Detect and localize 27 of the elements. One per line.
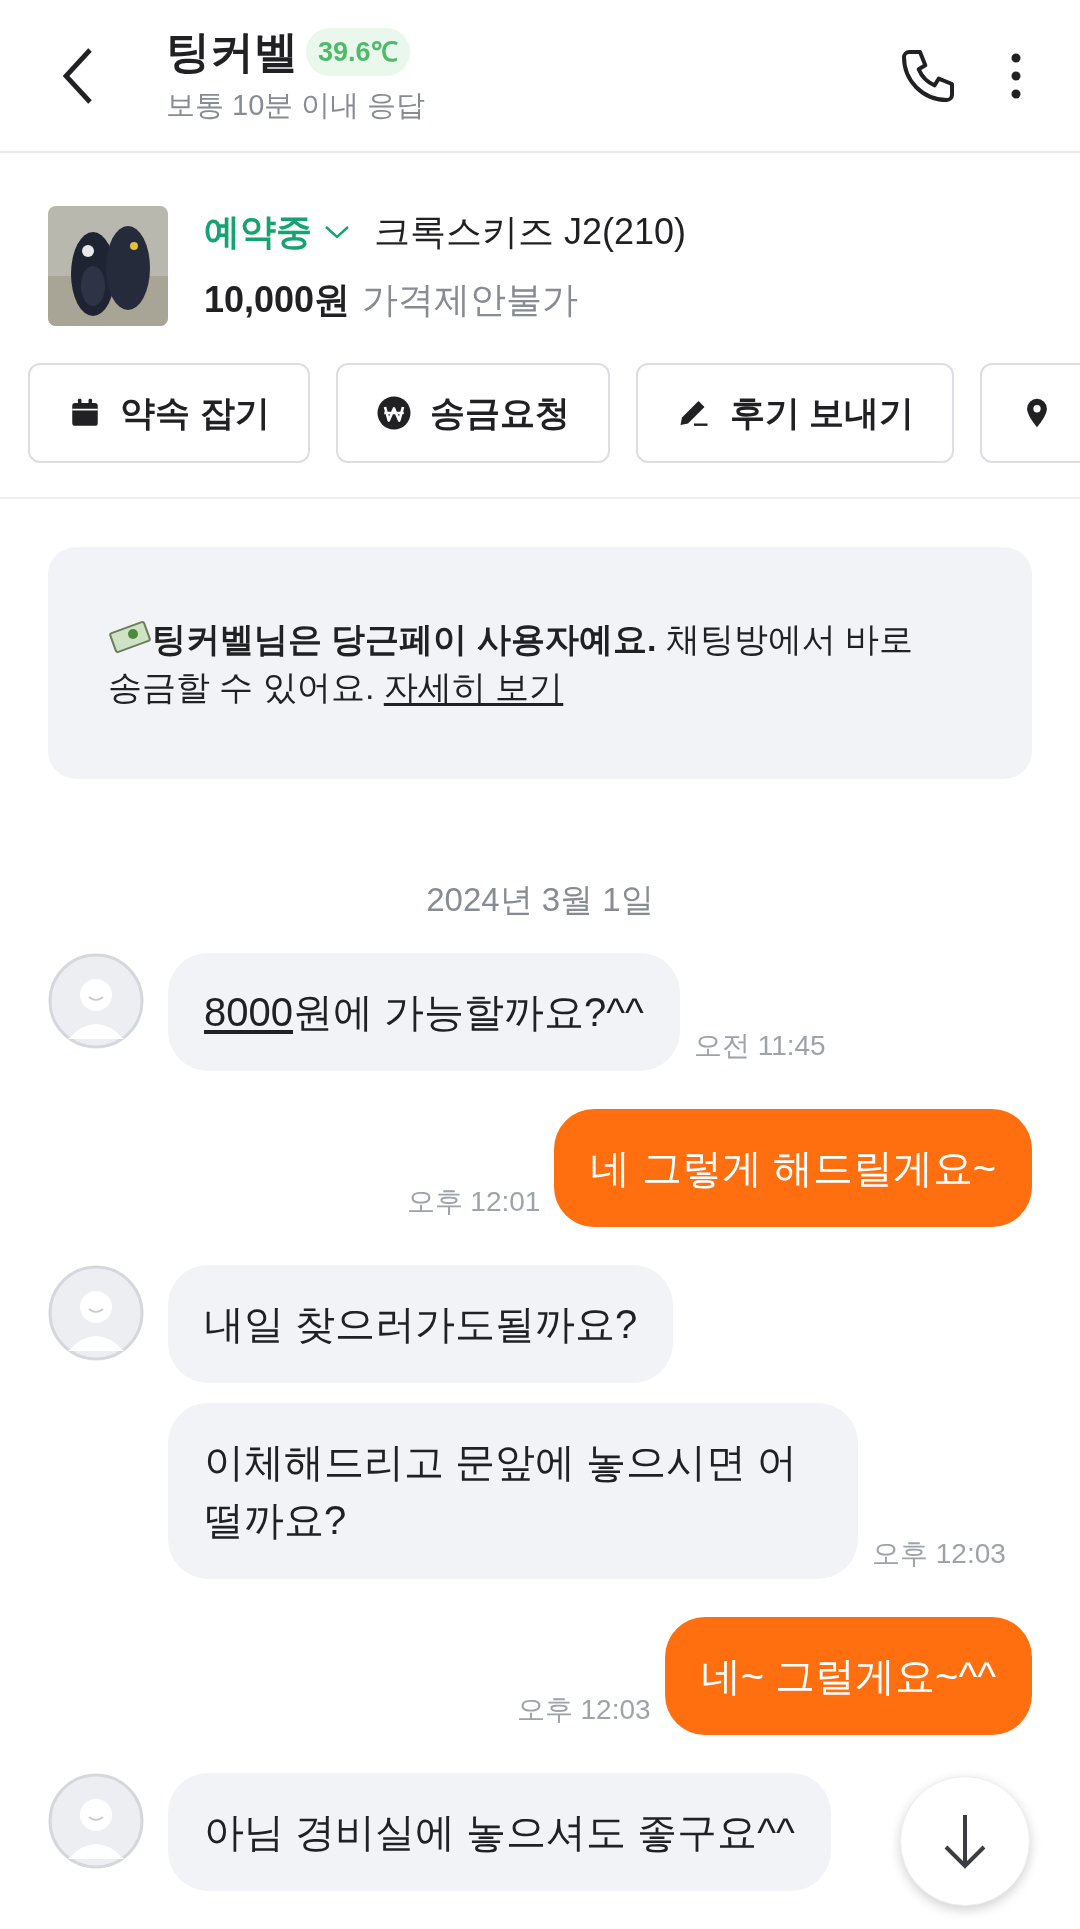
more-options-icon[interactable] bbox=[1010, 51, 1022, 100]
message-time: 오전 11:45 bbox=[693, 1028, 826, 1063]
amount-link[interactable]: 8000 bbox=[204, 989, 293, 1034]
received-bubble: 이체해드리고 문앞에 놓으시면 어떨까요? bbox=[168, 1402, 858, 1579]
user-name: 팅커벨 bbox=[166, 25, 298, 78]
product-title: 크록스키즈 J2(210) bbox=[374, 210, 687, 254]
notice-text: 팅커벨님은 당근페이 사용자예요. 채팅방에서 바로 송금할 수 있어요. 자세히 보기 bbox=[108, 615, 948, 711]
message-time: 오후 12:01 bbox=[406, 1184, 541, 1219]
received-bubble: 내일 찾으러가도될까요? bbox=[168, 1264, 674, 1383]
received-bubble: 아님 경비실에 놓으셔도 좋구요^^ bbox=[168, 1772, 831, 1891]
price-note: 가격제안불가 bbox=[362, 278, 579, 322]
scroll-down-button[interactable] bbox=[900, 1776, 1030, 1906]
action-button[interactable]: 약속 잡기 bbox=[28, 363, 310, 463]
sent-bubble: 네 그렇게 해드릴게요~ bbox=[554, 1108, 1032, 1227]
date-label: 2024년 3월 1일 bbox=[426, 880, 654, 920]
action-button[interactable]: 후기 보내기 bbox=[635, 363, 955, 463]
details-link[interactable]: 자세히 보기 bbox=[383, 668, 564, 706]
message-time: 오후 12:03 bbox=[516, 1692, 651, 1727]
temperature-badge: 39.6℃ bbox=[306, 27, 410, 76]
message-time: 오후 12:03 bbox=[872, 1536, 1006, 1571]
chevron-down-icon bbox=[324, 224, 350, 240]
won-coin-icon bbox=[375, 395, 412, 431]
product-price: 10,000원 bbox=[204, 278, 351, 322]
response-time: 보통 10분 이내 응답 bbox=[166, 87, 426, 123]
action-button[interactable]: 송금요청 bbox=[335, 363, 610, 463]
sent-bubble: 네~ 그럴게요~^^ bbox=[664, 1616, 1032, 1735]
received-bubble: 8000원에 가능할까요?^^ bbox=[168, 952, 680, 1071]
